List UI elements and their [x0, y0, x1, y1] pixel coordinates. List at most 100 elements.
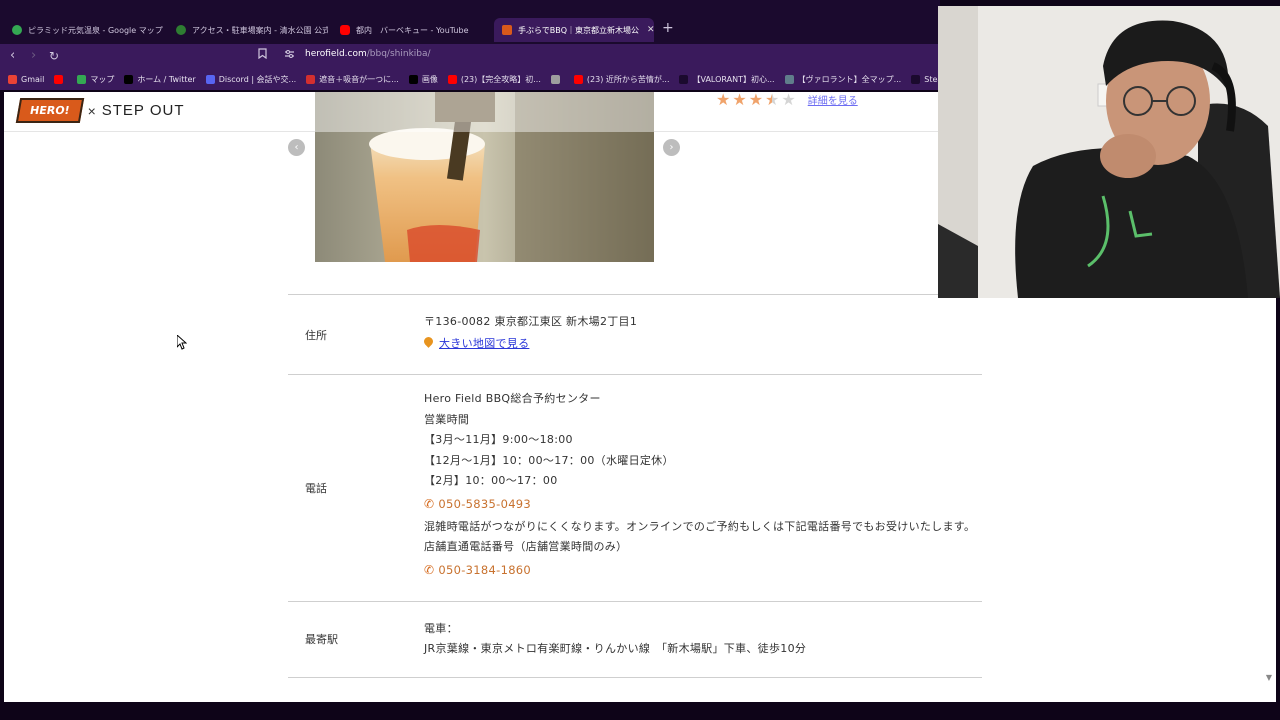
tab-label: アクセス・駐車場案内 - 清水公園 公式: [192, 25, 328, 35]
bookmark-item[interactable]: ホーム / Twitter: [124, 74, 196, 85]
bookmark-item[interactable]: 【ヴァロラント】全マップ...: [784, 74, 902, 85]
scrollbar-down-arrow[interactable]: ▼: [1266, 673, 1272, 682]
direct-line-title: 店舗直通電話番号（店舗営業時間のみ）: [424, 540, 628, 553]
address-text: 〒136-0082 東京都江東区 新木場2丁目1: [424, 315, 638, 328]
bookmark-item[interactable]: [550, 74, 564, 84]
bookmark-item[interactable]: SteamDB: [911, 74, 940, 84]
store-info-table: 住所 〒136-0082 東京都江東区 新木場2丁目1 大きい地図で見る 電話 …: [288, 294, 982, 678]
tab-label: 手ぶらでBBQ｜東京都立新木場公: [518, 25, 640, 35]
reload-button[interactable]: ↻: [49, 48, 59, 64]
bookmark-item[interactable]: Gmail: [8, 74, 45, 84]
hero-logo: HERO!: [15, 98, 84, 123]
mouse-cursor: [176, 333, 188, 354]
back-button[interactable]: ‹: [10, 48, 15, 64]
close-tab-icon[interactable]: ✕: [647, 25, 654, 35]
x-icon: [124, 74, 134, 84]
bookmark-label: Gmail: [21, 74, 45, 84]
slider-prev-button[interactable]: ‹: [288, 139, 305, 156]
url-host: herofield.com: [305, 49, 367, 59]
review-details-link[interactable]: 詳細を見る: [808, 92, 858, 107]
phone-body: Hero Field BBQ総合予約センター 営業時間 【3月～11月】9:00…: [424, 375, 982, 601]
phone-line: ✆ 050-5835-0493: [424, 492, 982, 517]
forward-button[interactable]: ›: [31, 48, 36, 64]
bookmark-label: 【ヴァロラント】全マップ...: [797, 74, 902, 84]
discord-icon: [205, 74, 215, 84]
station-row: 最寄駅 電車： JR京葉線・東京メトロ有楽町線・りんかい線 「新木場駅」下車、徒…: [288, 600, 982, 678]
browser-toolbar: ‹ › ↻ herofield.com/bbq/shinkiba/: [0, 44, 940, 68]
bookmarks-bar: Gmail マップ ホーム / Twitter Discord | 会話や交... 遮音…: [0, 68, 940, 90]
herofield-icon: [502, 25, 512, 35]
tab-shimizu-park[interactable]: アクセス・駐車場案内 - 清水公園 公式: [168, 18, 328, 42]
tab-google-maps[interactable]: ピラミッド元気温泉 - Google マップ: [4, 18, 166, 42]
bookmark-item[interactable]: 【VALORANT】初心...: [679, 74, 775, 85]
beer-photo: [315, 92, 654, 262]
station-line: 電車：: [424, 621, 458, 635]
bookmark-item[interactable]: (23)【完全攻略】初...: [447, 74, 541, 85]
youtube-icon: [573, 74, 583, 84]
steamdb-icon: [911, 74, 921, 84]
maps-icon: [77, 74, 87, 84]
phone-icon: ✆: [424, 496, 435, 511]
browser-tabstrip: ピラミッド元気温泉 - Google マップ アクセス・駐車場案内 - 清水公園…: [0, 0, 940, 44]
bookmark-icon[interactable]: [258, 48, 267, 62]
maps-icon: [12, 25, 22, 35]
slider-next-button[interactable]: ›: [663, 139, 680, 156]
youtube-icon: [447, 74, 457, 84]
bookmark-item[interactable]: (23) 近所から苦情が...: [573, 74, 669, 85]
bookmark-item[interactable]: 遮音＋吸音が一つに...: [306, 74, 399, 85]
bookmark-label: 画像: [421, 74, 438, 84]
bookmark-label: マップ: [90, 74, 115, 84]
tab-herofield-active[interactable]: 手ぶらでBBQ｜東京都立新木場公 ✕: [494, 18, 654, 42]
map-link-line: 大きい地図で見る: [422, 333, 982, 355]
venue-photo: [315, 92, 654, 262]
stepout-logo: STEP OUT: [101, 102, 185, 119]
station-line: JR京葉線・東京メトロ有楽町線・りんかい線 「新木場駅」下車、徒歩10分: [424, 642, 807, 655]
congestion-note: 混雑時電話がつながりにくくなります。オンラインでのご予約もしくは下記電話番号でも…: [424, 519, 976, 533]
webcam-overlay: [938, 6, 1280, 298]
bookmark-item[interactable]: 画像: [408, 74, 438, 85]
new-tab-button[interactable]: +: [662, 20, 674, 36]
large-map-link[interactable]: 大きい地図で見る: [439, 337, 529, 350]
reservation-center: Hero Field BBQ総合予約センター: [424, 392, 601, 405]
hours-line: 【2月】10：00～17：00: [424, 474, 558, 487]
station-label: 最寄駅: [305, 633, 338, 646]
tab-label: ピラミッド元気温泉 - Google マップ: [28, 25, 163, 35]
youtube-icon: [54, 74, 64, 84]
phone-label: 電話: [305, 481, 327, 495]
tab-label: 都内 バーベキュー - YouTube: [356, 25, 469, 35]
page-icon: [679, 74, 689, 84]
globe-icon: [550, 74, 560, 84]
x-icon: [408, 74, 418, 84]
bookmark-label: ホーム / Twitter: [137, 74, 196, 84]
url-path: /bbq/shinkiba/: [366, 49, 431, 59]
star-half-icon: ★: [765, 92, 780, 109]
star-icon: ★: [748, 92, 764, 109]
bookmark-label: (23)【完全攻略】初...: [460, 74, 541, 84]
bookmark-item[interactable]: Discord | 会話や交...: [205, 74, 297, 85]
phone-icon: ✆: [424, 562, 435, 577]
bookmark-item[interactable]: [54, 74, 67, 84]
site-icon: [176, 25, 186, 35]
hours-line: 【3月～11月】9:00～18:00: [424, 433, 573, 446]
address-label: 住所: [305, 328, 327, 342]
site-info-icon[interactable]: [284, 49, 295, 62]
address-row: 住所 〒136-0082 東京都江東区 新木場2丁目1 大きい地図で見る: [288, 294, 982, 374]
star-icon: ★: [716, 92, 731, 109]
phone-line: ✆ 050-3184-1860: [424, 558, 982, 583]
shop-icon: [306, 74, 316, 84]
bookmark-label: 遮音＋吸音が一つに...: [319, 74, 399, 84]
bookmark-label: 【VALORANT】初心...: [692, 74, 775, 84]
bookmark-label: Discord | 会話や交...: [218, 74, 297, 84]
page-icon: [784, 74, 794, 84]
herofield-stepout-logo[interactable]: HERO! × STEP OUT: [15, 98, 185, 123]
bookmark-item[interactable]: マップ: [77, 74, 114, 85]
phone-row: 電話 Hero Field BBQ総合予約センター 営業時間 【3月～11月】9…: [288, 374, 982, 601]
hours-title: 営業時間: [424, 412, 470, 426]
address-bar[interactable]: herofield.com/bbq/shinkiba/: [305, 49, 431, 59]
phone-number-link[interactable]: 050-5835-0493: [438, 497, 531, 511]
star-icon: ★: [732, 92, 747, 109]
tab-youtube[interactable]: 都内 バーベキュー - YouTube: [332, 18, 492, 42]
streamer-video: [938, 6, 1280, 298]
map-pin-icon: [422, 335, 435, 348]
direct-phone-link[interactable]: 050-3184-1860: [438, 563, 531, 577]
